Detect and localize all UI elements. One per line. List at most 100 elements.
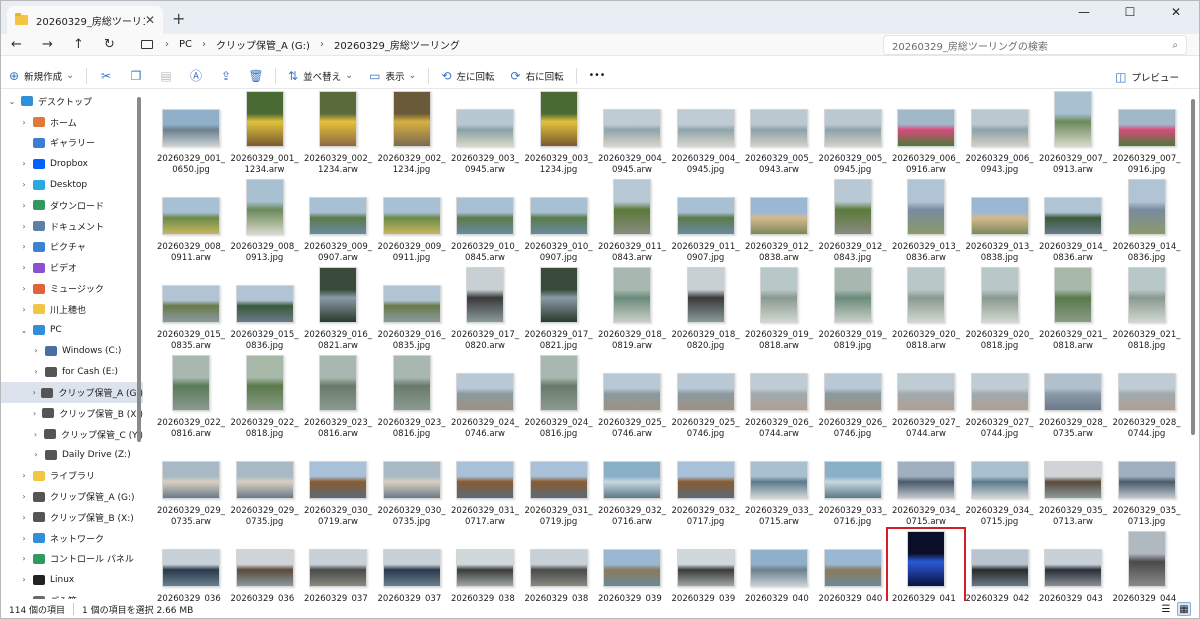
view-button[interactable]: ▭ 表示 ⌄ xyxy=(361,65,424,87)
content-scrollbar[interactable] xyxy=(1191,99,1195,435)
file-item[interactable]: 20260329_016_0821.arw xyxy=(302,267,374,355)
sidebar-item[interactable]: › ライブラリ xyxy=(1,465,143,486)
file-item[interactable]: 20260329_023_0816.arw xyxy=(302,355,374,443)
file-item[interactable]: 20260329_033_0715.arw xyxy=(743,443,815,531)
paste-icon[interactable]: ▤ xyxy=(151,69,181,83)
file-item[interactable]: 20260329_032_0717.jpg xyxy=(670,443,742,531)
file-item[interactable]: 20260329_040_0652.jpg xyxy=(817,531,889,601)
file-item[interactable]: 20260329_008_0913.jpg xyxy=(229,179,301,267)
file-item[interactable]: 20260329_013_0836.arw xyxy=(890,179,962,267)
chevron-icon[interactable]: › xyxy=(31,409,38,418)
chevron-icon[interactable]: › xyxy=(19,222,29,231)
breadcrumb-drive[interactable]: クリップ保管_A (G:) xyxy=(216,37,310,52)
tab-close-icon[interactable]: ✕ xyxy=(145,13,155,27)
sidebar-item[interactable]: › クリップ保管_C (Y:) xyxy=(1,424,143,445)
sidebar-item[interactable]: › ホーム xyxy=(1,112,143,133)
file-item[interactable]: 20260329_004_0945.arw xyxy=(596,91,668,179)
sidebar-item[interactable]: › クリップ保管_B (X:) xyxy=(1,403,143,424)
file-item[interactable]: 20260329_012_0838.arw xyxy=(743,179,815,267)
chevron-icon[interactable]: › xyxy=(19,159,29,168)
file-item[interactable]: 20260329_022_0816.arw xyxy=(155,355,227,443)
breadcrumb-pc[interactable]: PC xyxy=(179,39,192,50)
sidebar-item[interactable]: › ネットワーク xyxy=(1,528,143,549)
file-item[interactable]: 20260329_015_0836.jpg xyxy=(229,267,301,355)
sidebar-item[interactable]: › ビデオ xyxy=(1,257,143,278)
file-item[interactable]: 20260329_018_0819.arw xyxy=(596,267,668,355)
close-button[interactable]: ✕ xyxy=(1153,1,1199,23)
file-item[interactable]: 20260329_002_1234.jpg xyxy=(376,91,448,179)
sidebar-item[interactable]: › for Cash (E:) xyxy=(1,361,143,382)
tab-current-folder[interactable]: 20260329_房総ツーリング ✕ xyxy=(7,6,163,34)
file-item[interactable]: 20260329_020_0818.jpg xyxy=(964,267,1036,355)
chevron-icon[interactable]: › xyxy=(19,201,29,210)
file-item[interactable]: 20260329_036_0713.arw xyxy=(155,531,227,601)
file-item[interactable]: 20260329_036_0713.jpg xyxy=(229,531,301,601)
file-item[interactable]: 20260329_010_0907.jpg xyxy=(523,179,595,267)
file-item[interactable]: 20260329_032_0716.arw xyxy=(596,443,668,531)
file-item[interactable]: 20260329_024_0816.jpg xyxy=(523,355,595,443)
chevron-icon[interactable]: › xyxy=(31,430,40,439)
chevron-icon[interactable]: › xyxy=(31,450,41,459)
sidebar-item[interactable]: › Windows (C:) xyxy=(1,341,143,362)
file-item[interactable]: 20260329_007_0913.arw xyxy=(1037,91,1109,179)
chevron-icon[interactable]: › xyxy=(19,263,29,272)
chevron-icon[interactable]: › xyxy=(19,471,29,480)
sidebar-item[interactable]: › Desktop xyxy=(1,174,143,195)
chevron-icon[interactable]: › xyxy=(19,534,29,543)
chevron-icon[interactable]: › xyxy=(31,346,41,355)
file-item[interactable]: 20260329_028_0735.arw xyxy=(1037,355,1109,443)
sidebar-item[interactable]: › ピクチャ xyxy=(1,237,143,258)
chevron-icon[interactable]: › xyxy=(31,367,41,376)
file-item[interactable]: 20260329_037_0713.arw xyxy=(302,531,374,601)
file-item[interactable]: 20260329_019_0819.jpg xyxy=(817,267,889,355)
chevron-icon[interactable]: › xyxy=(19,575,29,584)
copy-icon[interactable]: ❐ xyxy=(121,69,151,83)
file-item[interactable]: 20260329_009_0907.arw xyxy=(302,179,374,267)
more-options-button[interactable]: ••• xyxy=(581,65,614,87)
file-item[interactable]: 20260329_043_1229.jpg xyxy=(1037,531,1109,601)
file-item[interactable]: 20260329_037_0713.jpg xyxy=(376,531,448,601)
file-item[interactable]: 20260329_028_0744.jpg xyxy=(1111,355,1183,443)
file-item[interactable]: 20260329_042_1229.jpg xyxy=(964,531,1036,601)
chevron-icon[interactable]: › xyxy=(19,492,29,501)
cut-icon[interactable]: ✂ xyxy=(91,69,121,83)
new-button[interactable]: ⊕ 新規作成 ⌄ xyxy=(1,65,82,87)
file-item[interactable]: 20260329_006_0916.arw xyxy=(890,91,962,179)
breadcrumb-folder[interactable]: 20260329_房総ツーリング xyxy=(334,37,460,52)
file-item[interactable]: 20260329_001_0650.jpg xyxy=(155,91,227,179)
share-icon[interactable]: ⇪ xyxy=(211,69,241,83)
file-item[interactable]: 20260329_029_0735.arw xyxy=(155,443,227,531)
file-item[interactable]: 20260329_031_0717.arw xyxy=(449,443,521,531)
file-item[interactable]: 20260329_012_0843.jpg xyxy=(817,179,889,267)
file-item[interactable]: 20260329_027_0744.jpg xyxy=(964,355,1036,443)
sidebar-item[interactable]: › Linux xyxy=(1,569,143,590)
sidebar-item[interactable]: › 川上穂也 xyxy=(1,299,143,320)
sidebar-item[interactable]: › Daily Drive (Z:) xyxy=(1,445,143,466)
sidebar-item[interactable]: ごみ箱 xyxy=(1,590,143,599)
back-arrow-icon[interactable]: ← xyxy=(1,37,32,52)
file-item[interactable]: 20260329_013_0838.jpg xyxy=(964,179,1036,267)
file-item[interactable]: 20260329_016_0835.jpg xyxy=(376,267,448,355)
sidebar-item[interactable]: › ドキュメント xyxy=(1,216,143,237)
sidebar-item[interactable]: › Dropbox xyxy=(1,153,143,174)
maximize-button[interactable]: ☐ xyxy=(1107,1,1153,23)
rotate-left-button[interactable]: ⟲ 左に回転 xyxy=(433,65,502,87)
chevron-icon[interactable]: › xyxy=(19,242,29,251)
file-item[interactable]: 20260329_030_0719.arw xyxy=(302,443,374,531)
sidebar-item[interactable]: › クリップ保管_A (G:) xyxy=(1,486,143,507)
chevron-icon[interactable]: ⌄ xyxy=(19,326,29,335)
file-item[interactable]: 20260329_017_0821.jpg xyxy=(523,267,595,355)
file-item[interactable]: 20260329_010_0845.arw xyxy=(449,179,521,267)
sidebar-item[interactable]: › クリップ保管_B (X:) xyxy=(1,507,143,528)
file-item[interactable]: 20260329_030_0735.jpg xyxy=(376,443,448,531)
file-item[interactable]: 20260329_021_0818.jpg xyxy=(1111,267,1183,355)
address-bar[interactable]: › PC › クリップ保管_A (G:) › 20260329_房総ツーリング xyxy=(131,34,867,54)
file-item[interactable]: 20260329_008_0911.arw xyxy=(155,179,227,267)
file-item[interactable]: 20260329_025_0746.arw xyxy=(596,355,668,443)
file-item[interactable]: 20260329_011_0907.jpg xyxy=(670,179,742,267)
file-item[interactable]: 20260329_005_0943.arw xyxy=(743,91,815,179)
sidebar-item[interactable]: ⌄ PC xyxy=(1,320,143,341)
file-item[interactable]: 20260329_035_0713.jpg xyxy=(1111,443,1183,531)
file-item[interactable]: 20260329_026_0746.jpg xyxy=(817,355,889,443)
file-item[interactable]: 20260329_020_0818.arw xyxy=(890,267,962,355)
